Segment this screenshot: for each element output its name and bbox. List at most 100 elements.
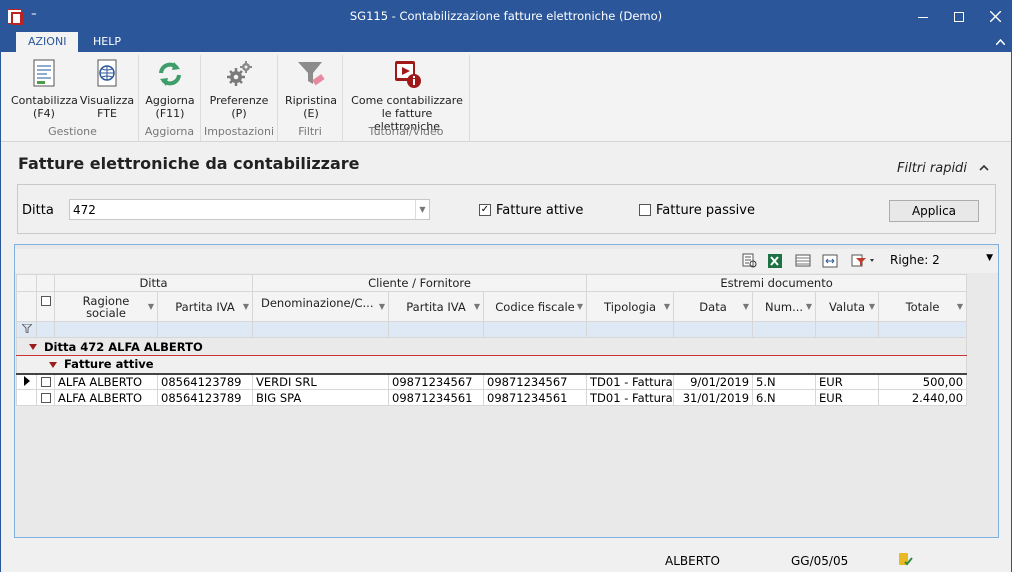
filter-cell[interactable] <box>673 321 754 338</box>
filter-cell[interactable] <box>36 321 55 338</box>
collapse-ribbon-icon[interactable] <box>995 35 1006 48</box>
group-row-ditta[interactable]: Ditta 472 ALFA ALBERTO <box>15 337 968 356</box>
col-denominazione[interactable]: Denominazione/C... ▼ <box>252 291 389 322</box>
col-partita-iva-ditta[interactable]: Partita IVA ▼ <box>157 291 253 322</box>
tutorial-video-button[interactable]: Come contabilizzare le fatture elettroni… <box>347 58 467 133</box>
righe-selector[interactable]: Righe: 2 ▼ <box>886 251 997 271</box>
cell-data[interactable]: 31/01/2019 <box>673 389 754 406</box>
cell-numero[interactable]: 5.N <box>752 373 817 390</box>
chevron-down-icon[interactable]: ▼ <box>577 302 583 311</box>
cell-valuta[interactable]: EUR <box>815 373 880 390</box>
chevron-down-icon[interactable]: ▼ <box>379 302 385 311</box>
table-row[interactable]: ALFA ALBERTO 08564123789 BIG SPA 0987123… <box>16 389 968 406</box>
col-numero[interactable]: Num... ▼ <box>752 291 817 322</box>
excel-export-icon[interactable] <box>767 253 783 268</box>
col-codice-fiscale[interactable]: Codice fiscale ▼ <box>482 291 588 322</box>
contabilizza-label: Contabilizza <box>11 94 78 107</box>
select-all-checkbox[interactable] <box>36 291 55 322</box>
cell-totale[interactable]: 2.440,00 <box>878 389 968 406</box>
col-totale[interactable]: Totale ▼ <box>878 291 968 322</box>
chevron-down-icon[interactable]: ▼ <box>243 302 249 311</box>
chevron-up-icon[interactable] <box>979 161 989 174</box>
fatture-attive-label: Fatture attive <box>496 203 584 218</box>
chevron-down-icon[interactable]: ▼ <box>957 302 963 311</box>
close-button[interactable] <box>977 1 1012 32</box>
cell-denominazione[interactable]: BIG SPA <box>252 389 389 406</box>
filter-cell[interactable] <box>482 321 588 338</box>
cell-codice-fiscale[interactable]: 09871234561 <box>482 389 588 406</box>
cell-codice-fiscale[interactable]: 09871234567 <box>482 373 588 390</box>
chevron-down-icon[interactable]: ▼ <box>869 302 875 311</box>
filter-options-icon[interactable] <box>851 253 877 268</box>
ribbon-group-gestione: Contabilizza (F4) Visualizza FTE Gestion… <box>7 55 139 141</box>
col-valuta[interactable]: Valuta ▼ <box>815 291 880 322</box>
chevron-down-icon[interactable]: ▼ <box>743 302 749 311</box>
filter-cell[interactable] <box>752 321 817 338</box>
applica-button[interactable]: Applica <box>889 200 979 222</box>
table-row[interactable]: ALFA ALBERTO 08564123789 VERDI SRL 09871… <box>16 373 968 390</box>
cell-numero[interactable]: 6.N <box>752 389 817 406</box>
group-label-aggiorna: Aggiorna <box>144 125 195 138</box>
preferenze-button[interactable]: Preferenze (P) <box>207 58 271 120</box>
aggiorna-shortcut: (F11) <box>155 107 185 120</box>
ripristina-button[interactable]: Ripristina (E) <box>283 58 339 120</box>
group-row-fatture-attive[interactable]: Fatture attive <box>15 355 968 375</box>
col-tipologia[interactable]: Tipologia ▼ <box>586 291 675 322</box>
tab-help[interactable]: HELP <box>81 32 133 52</box>
aggiorna-button[interactable]: Aggiorna (F11) <box>142 58 198 120</box>
col-totale-label: Totale <box>905 299 940 314</box>
cell-data[interactable]: 9/01/2019 <box>673 373 754 390</box>
chevron-down-icon[interactable]: ▼ <box>806 302 812 311</box>
cell-piva-ditta[interactable]: 08564123789 <box>157 389 253 406</box>
filter-cell[interactable] <box>388 321 484 338</box>
visualizza-fte-button[interactable]: Visualizza FTE <box>79 58 135 120</box>
filter-cell[interactable] <box>54 321 158 338</box>
print-preview-icon[interactable] <box>741 253 757 268</box>
chevron-down-icon[interactable]: ▼ <box>415 200 429 219</box>
filter-cell[interactable] <box>586 321 675 338</box>
ripristina-label: Ripristina <box>284 94 338 107</box>
filtri-rapidi-toggle[interactable]: Filtri rapidi <box>897 161 967 176</box>
cell-ragione[interactable]: ALFA ALBERTO <box>54 389 158 406</box>
table-layout-icon[interactable] <box>795 253 811 268</box>
maximize-button[interactable] <box>941 1 977 32</box>
ditta-combobox[interactable]: 472 ▼ <box>69 199 430 220</box>
chevron-down-icon[interactable]: ▼ <box>986 253 993 263</box>
filter-cell[interactable] <box>878 321 968 338</box>
cell-piva-cf[interactable]: 09871234561 <box>388 389 484 406</box>
status-date: GG/05/05 <box>791 554 849 568</box>
filter-row-icon[interactable] <box>16 321 37 338</box>
chevron-down-icon[interactable]: ▼ <box>148 302 154 311</box>
cell-valuta[interactable]: EUR <box>815 389 880 406</box>
collapse-triangle-icon[interactable] <box>29 344 37 350</box>
contabilizza-button[interactable]: Contabilizza (F4) <box>11 58 78 120</box>
cell-piva-ditta[interactable]: 08564123789 <box>157 373 253 390</box>
col-partita-iva-cf[interactable]: Partita IVA ▼ <box>388 291 484 322</box>
col-ragione-sociale[interactable]: Ragione sociale ▼ <box>54 291 158 322</box>
filter-cell[interactable] <box>252 321 389 338</box>
filter-row[interactable] <box>16 321 968 338</box>
cell-ragione[interactable]: ALFA ALBERTO <box>54 373 158 390</box>
cell-tipologia[interactable]: TD01 - Fattura <box>586 373 675 390</box>
fatture-attive-checkbox[interactable]: ✓ <box>479 204 491 216</box>
col-data[interactable]: Data ▼ <box>673 291 754 322</box>
row-checkbox[interactable] <box>36 389 55 406</box>
cell-totale[interactable]: 500,00 <box>878 373 968 390</box>
minimize-button[interactable] <box>905 1 941 32</box>
band-cliente-fornitore: Cliente / Fornitore <box>251 274 588 292</box>
chevron-down-icon[interactable]: ▼ <box>664 302 670 311</box>
tab-azioni[interactable]: AZIONI <box>16 32 79 52</box>
cell-piva-cf[interactable]: 09871234567 <box>388 373 484 390</box>
cell-tipologia[interactable]: TD01 - Fattura <box>586 389 675 406</box>
auto-fit-icon[interactable] <box>822 253 838 268</box>
filter-cell[interactable] <box>815 321 880 338</box>
filter-cell[interactable] <box>157 321 253 338</box>
row-checkbox[interactable] <box>36 373 55 390</box>
fatture-passive-checkbox[interactable] <box>639 204 651 216</box>
database-check-icon[interactable] <box>897 551 913 567</box>
chevron-down-icon[interactable]: ▼ <box>474 302 480 311</box>
cell-denominazione[interactable]: VERDI SRL <box>252 373 389 390</box>
col-numero-label: Num... <box>765 299 804 314</box>
collapse-triangle-icon[interactable] <box>49 361 57 368</box>
col-partita-iva-cf-label: Partita IVA <box>406 299 466 314</box>
